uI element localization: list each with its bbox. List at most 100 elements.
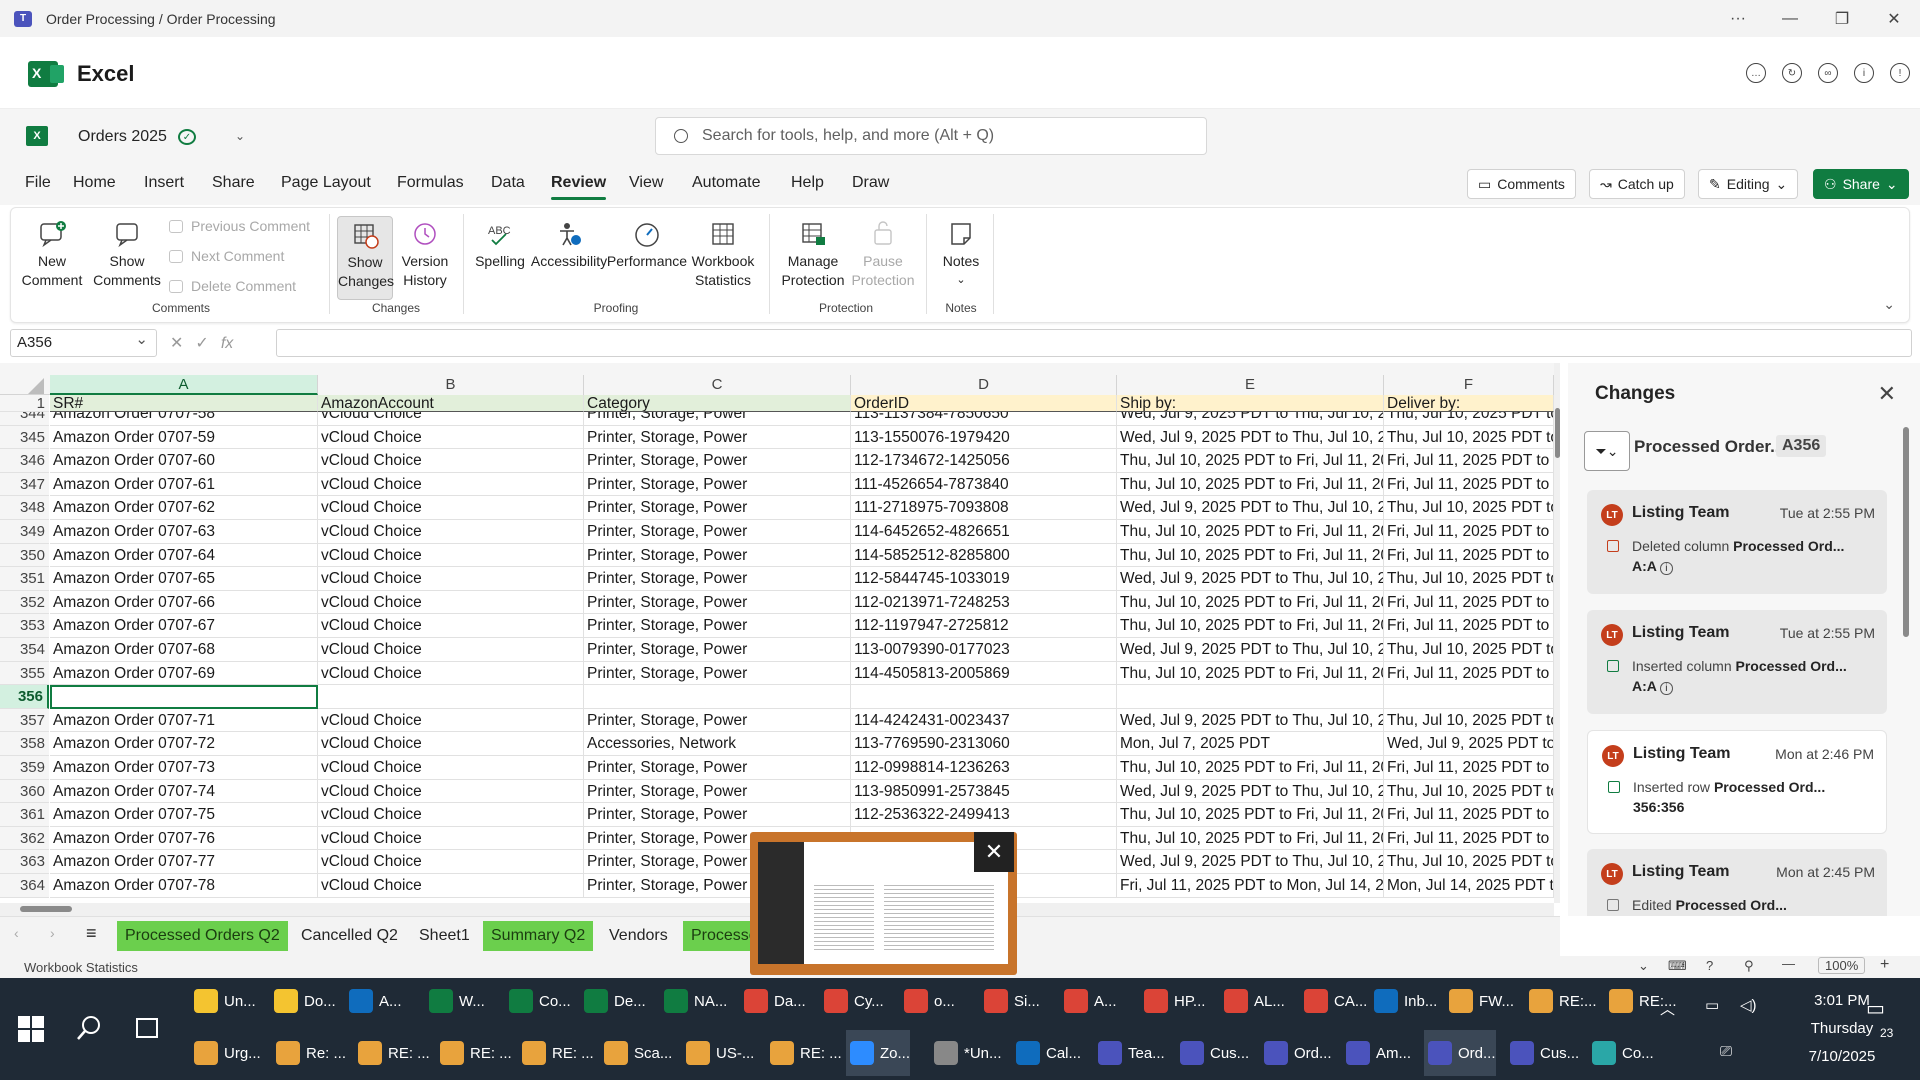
grid-cell[interactable]: vCloud Choice [318,520,584,544]
grid-cell[interactable]: Wed, Jul 9, 2025 PDT to Thu, Jul 10, 202… [1117,708,1384,733]
change-card[interactable]: LT Listing Team Mon at 2:46 PM Inserted … [1587,730,1887,834]
grid-cell[interactable]: Fri, Jul 11, 2025 PDT to [1384,543,1554,568]
delete-comment-button[interactable]: Delete Comment [169,278,296,294]
taskbar-app-button[interactable]: RE: ... [354,1030,430,1076]
document-name[interactable]: Orders 2025 [78,128,167,146]
taskbar-app-button[interactable]: RE: ... [766,1030,842,1076]
row-header[interactable]: 349 [0,520,49,544]
grid-cell[interactable]: 112-5844745-1033019 [851,567,1117,591]
grid-cell[interactable]: 113-0079390-0177023 [851,638,1117,662]
grid-cell[interactable]: Thu, Jul 10, 2025 PDT to [1384,708,1554,733]
close-preview-icon[interactable]: ✕ [974,832,1014,872]
grid-cell[interactable]: Fri, Jul 11, 2025 PDT to [1384,803,1554,827]
column-header-b[interactable]: B [318,375,584,395]
zoom-in-icon[interactable]: + [1880,956,1889,974]
sheet-tab-cancelled-q2[interactable]: Cancelled Q2 [293,921,406,951]
grid-cell[interactable]: Printer, Storage, Power [584,520,851,544]
shield-icon[interactable]: ! [1890,63,1910,83]
grid-cell[interactable]: Fri, Jul 11, 2025 PDT to [1384,449,1554,473]
keyboard-icon[interactable]: ⌨ [1668,958,1687,974]
battery-icon[interactable]: ▭ [1705,996,1719,1014]
taskbar-app-button[interactable]: Sca... [600,1030,672,1076]
row-header[interactable]: 363 [0,850,49,874]
grid-cell[interactable] [851,685,1117,709]
search-icon[interactable] [76,1014,102,1042]
workbook-statistics-button[interactable]: Workbook Statistics [685,220,761,290]
taskbar-thumbnail-preview[interactable]: ✕ [750,832,1017,975]
grid-cell[interactable]: Amazon Order 0707-69 [50,661,318,686]
grid-cell[interactable]: Wed, Jul 9, 2025 PDT to [1384,732,1554,756]
fx-icon[interactable]: fx [221,335,233,352]
grid-cell[interactable]: Thu, Jul 10, 2025 PDT to [1384,638,1554,662]
grid-cell[interactable]: Mon, Jul 14, 2025 PDT to [1384,874,1554,898]
grid-cell[interactable]: vCloud Choice [318,425,584,450]
change-card[interactable]: LT Listing Team Tue at 2:55 PM Deleted c… [1587,490,1887,594]
grid-cell[interactable]: Amazon Order 0707-78 [50,874,318,898]
taskbar-app-button[interactable]: RE: ... [436,1030,512,1076]
grid-cell[interactable]: Thu, Jul 10, 2025 PDT to [1384,567,1554,591]
taskbar-app-button[interactable]: Re: ... [272,1030,346,1076]
name-box[interactable]: A356 [10,329,157,357]
row-header[interactable]: 356 [0,685,49,709]
clock-day[interactable]: Thursday [1797,1020,1887,1037]
show-changes-button[interactable]: Show Changes [337,216,394,300]
chevron-down-icon[interactable]: ⌄ [1638,958,1649,974]
grid-cell[interactable]: vCloud Choice [318,779,584,804]
grid-cell[interactable]: Accessories, Network [584,732,851,756]
row-header[interactable]: 359 [0,756,49,780]
close-window-button[interactable]: ✕ [1868,0,1920,37]
catch-up-button[interactable]: ↝ Catch up [1589,169,1685,199]
grid-cell[interactable]: Printer, Storage, Power [584,449,851,473]
sheet-tab-vendors[interactable]: Vendors [601,921,676,951]
change-card[interactable]: LT Listing Team Mon at 2:45 PM Edited Pr… [1587,849,1887,916]
grid-cell[interactable]: vCloud Choice [318,449,584,473]
tab-review[interactable]: Review [551,174,607,200]
previous-comment-button[interactable]: Previous Comment [169,218,310,234]
taskbar-app-button[interactable]: o... [900,978,955,1024]
grid-cell[interactable]: 114-6452652-4826651 [851,520,1117,544]
taskbar-app-button[interactable]: Da... [740,978,806,1024]
grid-cell[interactable]: 111-2718975-7093808 [851,496,1117,520]
grid-cell[interactable]: Amazon Order 0707-61 [50,472,318,497]
more-icon[interactable]: ··· [1712,0,1764,37]
taskbar-app-button[interactable]: Tea... [1094,1030,1165,1076]
grid-cell[interactable]: vCloud Choice [318,590,584,615]
info-icon[interactable]: i [1854,63,1874,83]
filter-button[interactable]: ⏷⌄ [1584,431,1630,471]
pane-scrollbar-thumb[interactable] [1903,427,1909,637]
tab-page-layout[interactable]: Page Layout [281,174,371,192]
sheet-tab-processed-orders-q2[interactable]: Processed Orders Q2 [117,921,288,951]
grid-cell[interactable]: vCloud Choice [318,756,584,780]
row-header[interactable]: 360 [0,779,49,804]
grid-cell[interactable]: Amazon Order 0707-65 [50,567,318,591]
grid-cell[interactable]: 112-0213971-7248253 [851,590,1117,615]
grid-cell[interactable]: Thu, Jul 10, 2025 PDT to Fri, Jul 11, 20… [1117,449,1384,473]
grid-cell[interactable]: Amazon Order 0707-63 [50,520,318,544]
row-header[interactable]: 361 [0,803,49,827]
grid-cell[interactable]: Amazon Order 0707-67 [50,614,318,638]
link-icon[interactable]: ∞ [1818,63,1838,83]
row-header[interactable]: 353 [0,614,49,638]
grid-cell[interactable]: Amazon Order 0707-71 [50,708,318,733]
grid-cell[interactable] [1117,685,1384,709]
grid-cell[interactable]: 113-7769590-2313060 [851,732,1117,756]
vertical-scrollbar[interactable] [1554,363,1560,903]
tab-view[interactable]: View [629,174,663,192]
taskbar-app-button[interactable]: Inb... [1370,978,1437,1024]
change-card[interactable]: LT Listing Team Tue at 2:55 PM Inserted … [1587,610,1887,714]
grid-cell[interactable]: 114-5852512-8285800 [851,543,1117,568]
grid-cell[interactable]: Printer, Storage, Power [584,614,851,638]
grid-cell[interactable]: Fri, Jul 11, 2025 PDT to [1384,614,1554,638]
share-button[interactable]: ⚇ Share ⌄ [1813,169,1909,199]
taskbar-app-button[interactable]: *Un... [930,1030,1002,1076]
cancel-icon[interactable]: ✕ [170,335,195,352]
info-icon[interactable]: i [1660,682,1673,695]
tab-share[interactable]: Share [212,174,255,192]
grid-cell[interactable]: vCloud Choice [318,826,584,851]
grid-cell[interactable]: vCloud Choice [318,614,584,638]
tab-formulas[interactable]: Formulas [397,174,464,192]
header-cell[interactable]: Ship by: [1117,395,1384,412]
grid-cell[interactable]: Mon, Jul 7, 2025 PDT [1117,732,1384,756]
version-history-button[interactable]: Version History [395,220,455,290]
chevron-down-icon[interactable]: ⌄ [235,129,245,143]
